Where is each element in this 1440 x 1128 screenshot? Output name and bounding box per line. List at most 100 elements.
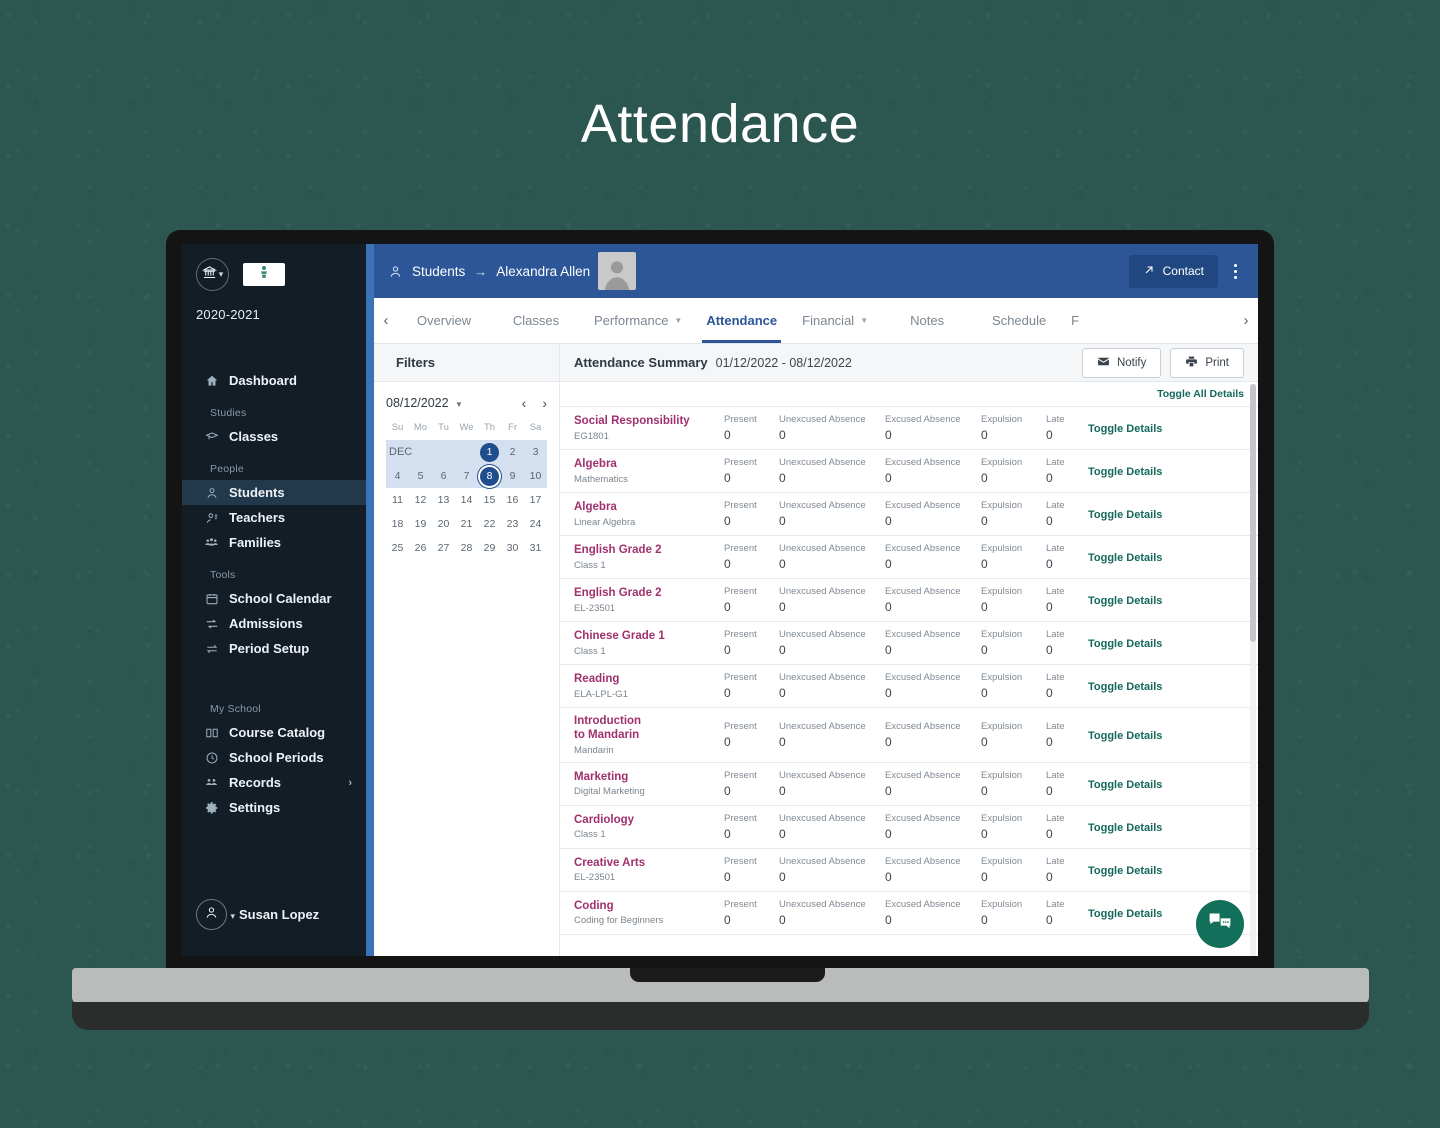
metric-label: Expulsion: [981, 585, 1023, 597]
toggle-details-link[interactable]: Toggle Details: [1088, 865, 1162, 877]
metric-value: 0: [885, 471, 892, 486]
sidebar-item-school-periods[interactable]: School Periods: [182, 745, 366, 770]
calendar-day[interactable]: 29: [478, 536, 501, 560]
calendar-day[interactable]: 8: [478, 464, 501, 488]
calendar-day[interactable]: 13: [432, 488, 455, 512]
toggle-details-link[interactable]: Toggle Details: [1088, 638, 1162, 650]
calendar-day[interactable]: 10: [524, 464, 547, 488]
course-name-link[interactable]: Marketing: [574, 770, 724, 784]
calendar-day[interactable]: 5: [409, 464, 432, 488]
tab-notes[interactable]: Notes: [881, 298, 973, 343]
chat-button[interactable]: [1196, 900, 1244, 948]
calendar-day[interactable]: 15: [478, 488, 501, 512]
sidebar-item-school-calendar[interactable]: School Calendar: [182, 586, 366, 611]
course-name-link[interactable]: Algebra: [574, 500, 724, 514]
calendar-day[interactable]: 16: [501, 488, 524, 512]
calendar-day[interactable]: 7: [455, 464, 478, 488]
toggle-details-link[interactable]: Toggle Details: [1088, 466, 1162, 478]
toggle-details-link[interactable]: Toggle Details: [1088, 681, 1162, 693]
calendar-day[interactable]: 11: [386, 488, 409, 512]
tab-schedule[interactable]: Schedule: [973, 298, 1065, 343]
contact-button[interactable]: Contact: [1128, 254, 1218, 288]
calendar-day[interactable]: 25: [386, 536, 409, 560]
calendar-day[interactable]: 22: [478, 512, 501, 536]
calendar-day[interactable]: 3: [524, 440, 547, 464]
tab-financial[interactable]: Financial ▼: [789, 298, 881, 343]
toggle-details-link[interactable]: Toggle Details: [1088, 509, 1162, 521]
tab-performance[interactable]: Performance ▼: [582, 298, 694, 343]
sidebar-item-settings[interactable]: Settings: [182, 795, 366, 820]
calendar-day[interactable]: 21: [455, 512, 478, 536]
sidebar-item-period-setup[interactable]: Period Setup: [182, 636, 366, 661]
sidebar-item-records[interactable]: Records ›: [182, 770, 366, 795]
tab-attendance[interactable]: Attendance: [694, 298, 789, 343]
course-name-link[interactable]: Cardiology: [574, 813, 724, 827]
sidebar-item-admissions[interactable]: Admissions: [182, 611, 366, 636]
course-name-link[interactable]: English Grade 2: [574, 543, 724, 557]
calendar-day[interactable]: 12: [409, 488, 432, 512]
tabs-next-button[interactable]: ›: [1234, 298, 1258, 343]
metric-label: Present: [724, 855, 757, 867]
calendar-day[interactable]: 23: [501, 512, 524, 536]
course-name-link[interactable]: Introduction to Mandarin: [574, 714, 652, 743]
print-button[interactable]: Print: [1170, 347, 1244, 378]
attendance-summary-range: 01/12/2022 - 08/12/2022: [715, 355, 852, 370]
scrollbar-thumb[interactable]: [1250, 384, 1256, 642]
calendar-day[interactable]: 20: [432, 512, 455, 536]
calendar-day[interactable]: 9: [501, 464, 524, 488]
calendar-day[interactable]: 4: [386, 464, 409, 488]
calendar-day[interactable]: 30: [501, 536, 524, 560]
toggle-details-link[interactable]: Toggle Details: [1088, 822, 1162, 834]
sidebar-item-students[interactable]: Students: [182, 480, 366, 505]
kebab-menu-icon[interactable]: [1224, 256, 1246, 286]
sidebar-item-families[interactable]: Families: [182, 530, 366, 555]
calendar-day[interactable]: 6: [432, 464, 455, 488]
notify-button[interactable]: Notify: [1081, 347, 1162, 378]
tabs-prev-button[interactable]: ‹: [374, 298, 398, 343]
sidebar-item-dashboard[interactable]: Dashboard: [182, 368, 366, 393]
calendar-day[interactable]: 2: [501, 440, 524, 464]
calendar-day[interactable]: 24: [524, 512, 547, 536]
toggle-details-link[interactable]: Toggle Details: [1088, 595, 1162, 607]
toggle-details-link[interactable]: Toggle Details: [1088, 730, 1162, 742]
toggle-all-details-link[interactable]: Toggle All Details: [1157, 388, 1244, 400]
calendar-prev-button[interactable]: ‹: [522, 396, 527, 410]
calendar-day[interactable]: 31: [524, 536, 547, 560]
course-name-link[interactable]: Algebra: [574, 457, 724, 471]
course-name-link[interactable]: Chinese Grade 1: [574, 629, 724, 643]
calendar-day[interactable]: 27: [432, 536, 455, 560]
tab-overview[interactable]: Overview: [398, 298, 490, 343]
toggle-details-link[interactable]: Toggle Details: [1088, 552, 1162, 564]
calendar-day[interactable]: 14: [455, 488, 478, 512]
sidebar-item-course-catalog[interactable]: Course Catalog: [182, 720, 366, 745]
metric-value: 0: [981, 514, 988, 529]
toggle-details-link[interactable]: Toggle Details: [1088, 779, 1162, 791]
calendar-day[interactable]: 17: [524, 488, 547, 512]
course-name-link[interactable]: Social Responsibility: [574, 414, 724, 428]
gear-icon: [204, 800, 219, 815]
course-name-link[interactable]: Coding: [574, 899, 724, 913]
date-picker-value-button[interactable]: 08/12/2022 ▼: [386, 396, 463, 410]
calendar-day[interactable]: 28: [455, 536, 478, 560]
calendar-next-button[interactable]: ›: [542, 396, 547, 410]
toggle-details-link[interactable]: Toggle Details: [1088, 423, 1162, 435]
calendar-day[interactable]: 1: [478, 440, 501, 464]
tab-forms-truncated[interactable]: F: [1065, 298, 1085, 343]
top-bar-actions: Contact: [1128, 254, 1246, 288]
calendar-day[interactable]: 26: [409, 536, 432, 560]
course-name-link[interactable]: Reading: [574, 672, 724, 686]
course-name-link[interactable]: English Grade 2: [574, 586, 724, 600]
metric-present: Present 0: [724, 586, 779, 614]
sidebar-user-menu[interactable]: ▾ Susan Lopez: [182, 899, 366, 956]
breadcrumb-root-link[interactable]: Students: [412, 264, 465, 279]
sidebar-item-classes[interactable]: Classes: [182, 424, 366, 449]
school-switcher-button[interactable]: ▾: [196, 258, 229, 291]
breadcrumb: Students → Alexandra Allen: [388, 264, 590, 279]
toggle-details-link[interactable]: Toggle Details: [1088, 908, 1162, 920]
tab-classes[interactable]: Classes: [490, 298, 582, 343]
calendar-day[interactable]: 18: [386, 512, 409, 536]
calendar-day[interactable]: 19: [409, 512, 432, 536]
course-name-link[interactable]: Creative Arts: [574, 856, 724, 870]
metric-label: Excused Absence: [885, 898, 961, 910]
sidebar-item-teachers[interactable]: Teachers: [182, 505, 366, 530]
